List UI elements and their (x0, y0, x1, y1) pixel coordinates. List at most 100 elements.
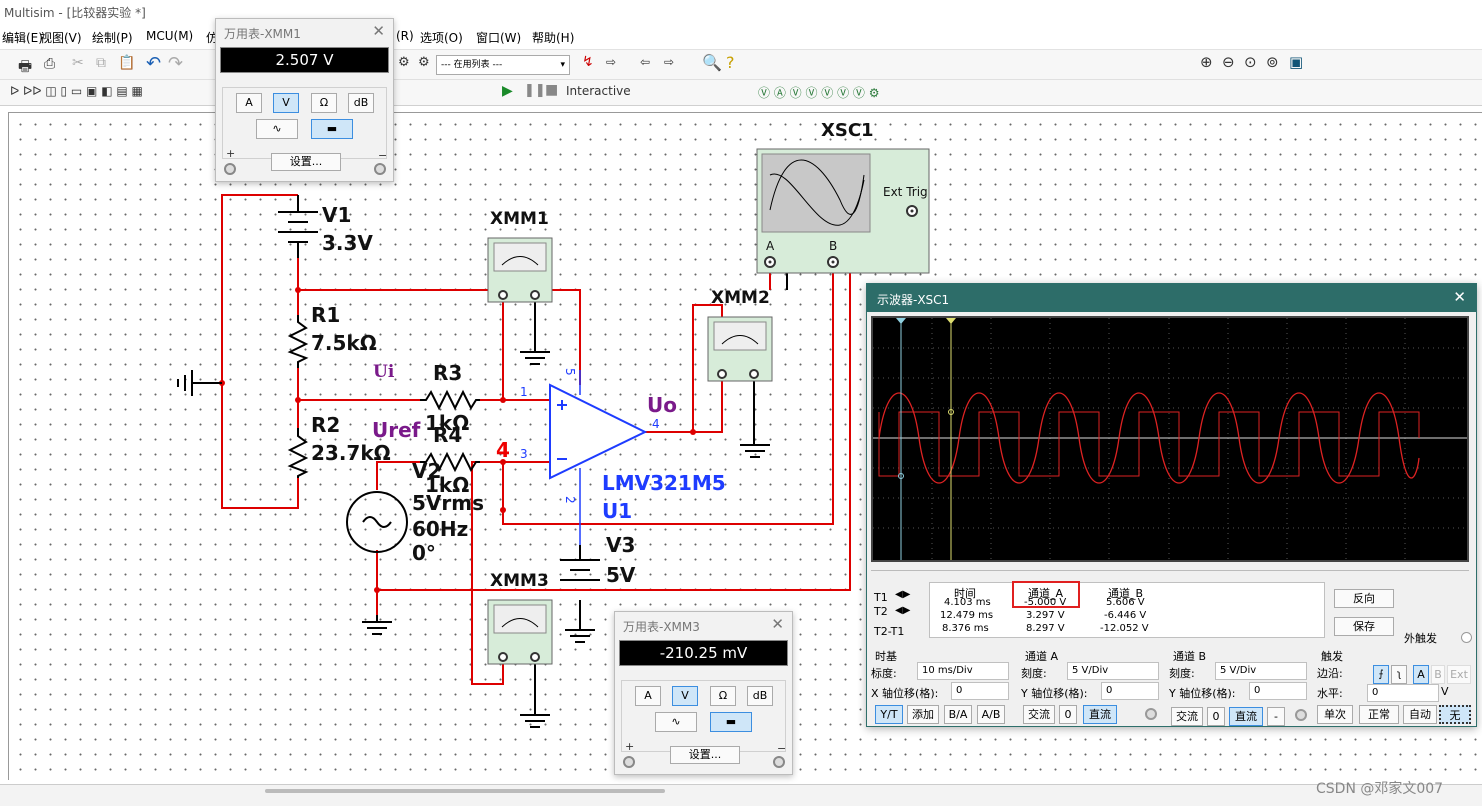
save-button[interactable]: 保存 (1334, 617, 1394, 636)
uo-label: Uo (647, 393, 677, 417)
dc-line-icon: ▬ (725, 715, 737, 728)
trigger-level-unit: V (1441, 685, 1449, 698)
dmm1-panel[interactable]: 万用表-XMM1 ✕ 2.507 V A V Ω dB ∿ ▬ 设置... + … (215, 18, 394, 182)
dmm3-minus-terminal[interactable] (773, 756, 785, 768)
cha-terminal[interactable] (1145, 708, 1157, 720)
dmm3-minus-label: − (777, 742, 787, 755)
v2-name: V2 (412, 459, 441, 483)
t2-t1-row-label: T2-T1 (874, 625, 905, 638)
dmm1-ammeter-button[interactable]: A (236, 93, 262, 113)
auto-button[interactable]: 自动 (1403, 705, 1437, 724)
ab-button[interactable]: A/B (977, 705, 1005, 724)
cha-scale-field[interactable]: 5 V/Div (1067, 662, 1159, 680)
normal-button[interactable]: 正常 (1359, 705, 1399, 724)
chb-scale-field[interactable]: 5 V/Div (1215, 662, 1307, 680)
trigger-a-button[interactable]: A (1413, 665, 1429, 684)
r1-name: R1 (311, 303, 340, 327)
scroll-thumb[interactable] (265, 789, 665, 793)
chb-dc-button[interactable]: 直流 (1229, 707, 1263, 726)
trigger-title: 触发 (1321, 650, 1343, 663)
horizontal-scrollbar[interactable] (0, 784, 1482, 806)
dmm1-ohmmeter-button[interactable]: Ω (311, 93, 337, 113)
dmm1-minus-terminal[interactable] (374, 163, 386, 175)
dmm3-voltmeter-button[interactable]: V (672, 686, 698, 706)
ext-trigger-label: 外触发 (1404, 632, 1437, 645)
oscilloscope-window[interactable]: 示波器-XSC1 ✕ T1 T2 T2-T1 ◀▶ ◀▶ 时间 通道_A 通道_B… (866, 283, 1477, 727)
dmm3-settings-button[interactable]: 设置... (670, 746, 740, 764)
u1-name: U1 (602, 499, 632, 523)
dmm3-panel[interactable]: 万用表-XMM3 ✕ -210.25 mV A V Ω dB ∿ ▬ 设置...… (614, 611, 793, 775)
dmm1-ac-button[interactable]: ∿ (256, 119, 298, 139)
dmm1-plus-terminal[interactable] (224, 163, 236, 175)
cha-title: 通道 A (1025, 650, 1059, 663)
dmm1-settings-button[interactable]: 设置... (271, 153, 341, 171)
scope-b-label: B (829, 239, 837, 253)
timebase-scale-label: 标度: (871, 667, 897, 680)
trigger-ext-button[interactable]: Ext (1447, 665, 1471, 684)
cha-ypos-label: Y 轴位移(格): (1021, 687, 1088, 700)
t1-row-label: T1 (874, 591, 888, 604)
dmm3-ohmmeter-button[interactable]: Ω (710, 686, 736, 706)
dmm3-reading: -210.25 mV (619, 640, 788, 666)
xsc1-oscilloscope[interactable] (756, 148, 930, 274)
chb-title: 通道 B (1173, 650, 1207, 663)
xmm1-label: XMM1 (490, 209, 549, 229)
falling-edge-icon[interactable]: ʅ (1391, 665, 1407, 684)
dmm3-ammeter-button[interactable]: A (635, 686, 661, 706)
yt-button[interactable]: Y/T (875, 705, 903, 724)
xmm3-meter[interactable] (487, 599, 553, 665)
rising-edge-icon[interactable]: ⨍ (1373, 665, 1389, 684)
cha-ypos-field[interactable]: 0 (1101, 682, 1159, 700)
t2-cha: 3.297 V (1026, 610, 1065, 621)
dmm3-ac-button[interactable]: ∿ (655, 712, 697, 732)
dmm3-dc-button[interactable]: ▬ (710, 712, 752, 732)
cursor-readout-table: 时间 通道_A 通道_B 4.103 ms -5.000 V 5.606 V 1… (929, 581, 1325, 638)
dmm3-plus-terminal[interactable] (623, 756, 635, 768)
cha-dc-button[interactable]: 直流 (1083, 705, 1117, 724)
trigger-level-field[interactable]: 0 (1367, 684, 1439, 702)
node-4-label: 4 (496, 438, 510, 462)
add-button[interactable]: 添加 (907, 705, 939, 724)
cha-ac-button[interactable]: 交流 (1023, 705, 1055, 724)
cha-zero-button[interactable]: 0 (1059, 705, 1077, 724)
dmm3-db-button[interactable]: dB (747, 686, 773, 706)
close-icon[interactable]: ✕ (372, 22, 385, 40)
dmm1-voltmeter-button[interactable]: V (273, 93, 299, 113)
none-button[interactable]: 无 (1439, 705, 1471, 724)
timebase-scale-field[interactable]: 10 ms/Div (917, 662, 1009, 680)
dmm1-dc-button[interactable]: ▬ (311, 119, 353, 139)
r2-value: 23.7kΩ (311, 441, 391, 465)
chb-ypos-field[interactable]: 0 (1249, 682, 1307, 700)
scope-a-label: A (766, 239, 775, 253)
chb-terminal[interactable] (1295, 709, 1307, 721)
t2-arrows-icon[interactable]: ◀▶ (895, 605, 910, 616)
xmm2-meter[interactable] (707, 316, 773, 382)
trigger-b-button[interactable]: B (1431, 665, 1445, 684)
ba-button[interactable]: B/A (944, 705, 972, 724)
ac-wave-icon: ∿ (671, 715, 681, 728)
ext-trigger-terminal[interactable] (1461, 632, 1472, 643)
dmm3-plus-label: + (625, 740, 635, 753)
cha-scale-label: 刻度: (1021, 667, 1047, 680)
v1-name: V1 (322, 203, 351, 227)
chb-zero-button[interactable]: 0 (1207, 707, 1225, 726)
close-icon[interactable]: ✕ (1453, 288, 1466, 306)
t1-arrows-icon[interactable]: ◀▶ (895, 589, 910, 600)
xmm1-meter[interactable] (487, 237, 553, 303)
dmm1-db-button[interactable]: dB (348, 93, 374, 113)
timebase-xpos-field[interactable]: 0 (951, 682, 1009, 700)
v2-amp: 5Vrms (412, 491, 484, 515)
ui-label: Ui (373, 362, 395, 382)
reverse-button[interactable]: 反向 (1334, 589, 1394, 608)
dmm1-reading: 2.507 V (220, 47, 389, 73)
pin-3: 3 (520, 447, 528, 461)
chb-ac-button[interactable]: 交流 (1171, 707, 1203, 726)
t2-row-label: T2 (874, 605, 888, 618)
chb-minus-button[interactable]: - (1267, 707, 1285, 726)
close-icon[interactable]: ✕ (771, 615, 784, 633)
single-button[interactable]: 单次 (1317, 705, 1353, 724)
scope-title-bar: 示波器-XSC1 ✕ (867, 284, 1476, 312)
scope-screen[interactable] (871, 316, 1469, 562)
xsc1-label: XSC1 (821, 120, 874, 141)
v2-freq: 60Hz (412, 517, 468, 541)
